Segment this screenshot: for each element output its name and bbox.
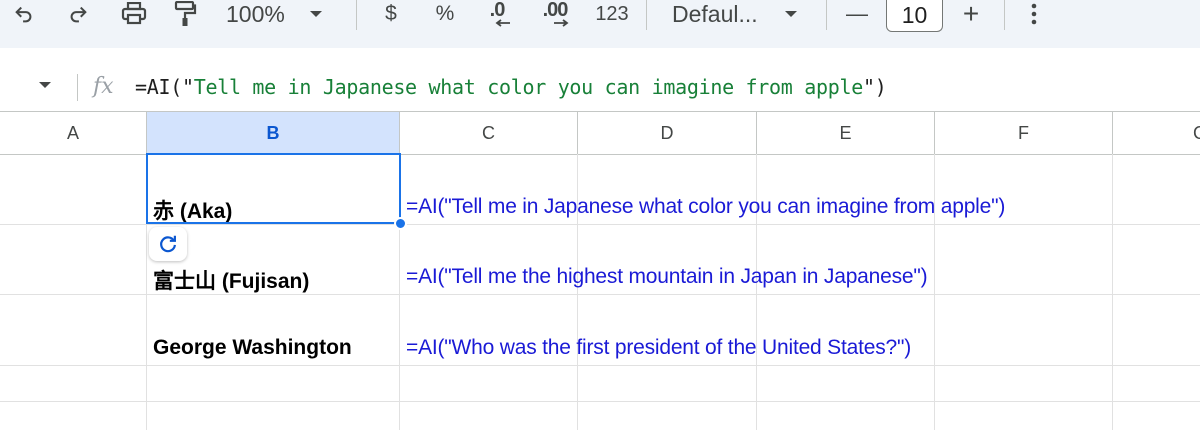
font-family-select[interactable]: Defaul... (672, 0, 812, 28)
formula-prefix: =AI(" (135, 75, 194, 99)
fill-handle[interactable] (394, 217, 407, 230)
print-icon (121, 2, 147, 25)
cell-b2[interactable]: 富士山 (Fujisan) (153, 265, 309, 295)
number-format-label: 123 (595, 2, 629, 25)
percent-label: % (435, 2, 455, 25)
chevron-down-icon (784, 11, 797, 17)
column-label: C (482, 122, 495, 143)
number-format-button[interactable]: 123 (592, 0, 632, 28)
currency-format-button[interactable]: $ (378, 0, 404, 28)
increase-decimal-button[interactable]: .00 (535, 0, 575, 28)
redo-icon (70, 6, 87, 23)
formula-bar-divider (77, 74, 78, 101)
more-vert-icon (1031, 3, 1037, 25)
refresh-button[interactable] (149, 227, 187, 261)
undo-icon (15, 6, 32, 23)
increase-decimal-label: .00 (542, 0, 569, 21)
formula-input[interactable]: =AI("Tell me in Japanese what color you … (135, 75, 887, 99)
column-divider (1112, 154, 1113, 430)
column-label: A (66, 122, 79, 143)
column-label: D (660, 122, 674, 143)
font-size-value: 10 (901, 2, 928, 28)
decrease-decimal-button[interactable]: .0 (480, 0, 514, 28)
toolbar-divider (356, 0, 357, 30)
name-box-dropdown-icon[interactable] (38, 80, 52, 90)
paint-format-button[interactable] (170, 0, 200, 28)
column-header-b[interactable]: B (147, 112, 400, 154)
column-header-e[interactable]: E (757, 112, 935, 154)
column-header-g[interactable]: G (1113, 112, 1200, 154)
increase-font-size-button[interactable]: + (958, 0, 984, 29)
toolbar-divider (826, 0, 827, 30)
column-label: F (1018, 122, 1029, 143)
chevron-down-icon (309, 11, 322, 17)
row-divider (0, 401, 1200, 402)
plus-icon: + (962, 0, 980, 29)
column-label: G (1193, 123, 1200, 144)
redo-button[interactable] (64, 0, 92, 28)
column-label: E (839, 122, 852, 143)
cell-c3[interactable]: =AI("Who was the first president of the … (406, 336, 911, 360)
toolbar-divider (646, 0, 647, 30)
paint-format-icon (174, 1, 197, 26)
zoom-value: 100% (226, 0, 285, 27)
decrease-font-size-button[interactable]: — (844, 0, 870, 28)
zoom-select[interactable]: 100% (226, 0, 356, 28)
column-header-a[interactable]: A (0, 112, 147, 154)
arrow-right-icon (554, 19, 569, 27)
formula-suffix: ") (862, 75, 887, 99)
refresh-icon (160, 235, 176, 253)
more-options-button[interactable] (1022, 0, 1046, 28)
cell-c2[interactable]: =AI("Tell me the highest mountain in Jap… (406, 265, 928, 289)
font-size-input[interactable]: 10 (886, 0, 943, 32)
undo-button[interactable] (10, 0, 38, 28)
toolbar: 100% $ % .0 .00 123 Defaul... — 10 + (0, 0, 1200, 48)
minus-icon: — (846, 1, 868, 26)
column-header-f[interactable]: F (935, 112, 1113, 154)
decrease-decimal-label: .0 (489, 0, 506, 21)
formula-argument: Tell me in Japanese what color you can i… (193, 75, 864, 99)
column-headers: A B C D E F G (0, 111, 1200, 155)
print-button[interactable] (118, 0, 150, 28)
percent-format-button[interactable]: % (430, 0, 460, 28)
font-family-value: Defaul... (672, 0, 758, 27)
cell-c1[interactable]: =AI("Tell me in Japanese what color you … (406, 195, 1005, 219)
column-header-d[interactable]: D (578, 112, 757, 154)
fx-icon: fx (93, 74, 114, 99)
active-cell-selection (146, 153, 401, 224)
toolbar-divider (1004, 0, 1005, 30)
currency-label: $ (385, 2, 397, 25)
arrow-left-icon (495, 19, 510, 27)
column-header-c[interactable]: C (400, 112, 578, 154)
row-divider (0, 365, 1200, 366)
column-label: B (266, 122, 280, 143)
cell-b3[interactable]: George Washington (153, 336, 352, 360)
